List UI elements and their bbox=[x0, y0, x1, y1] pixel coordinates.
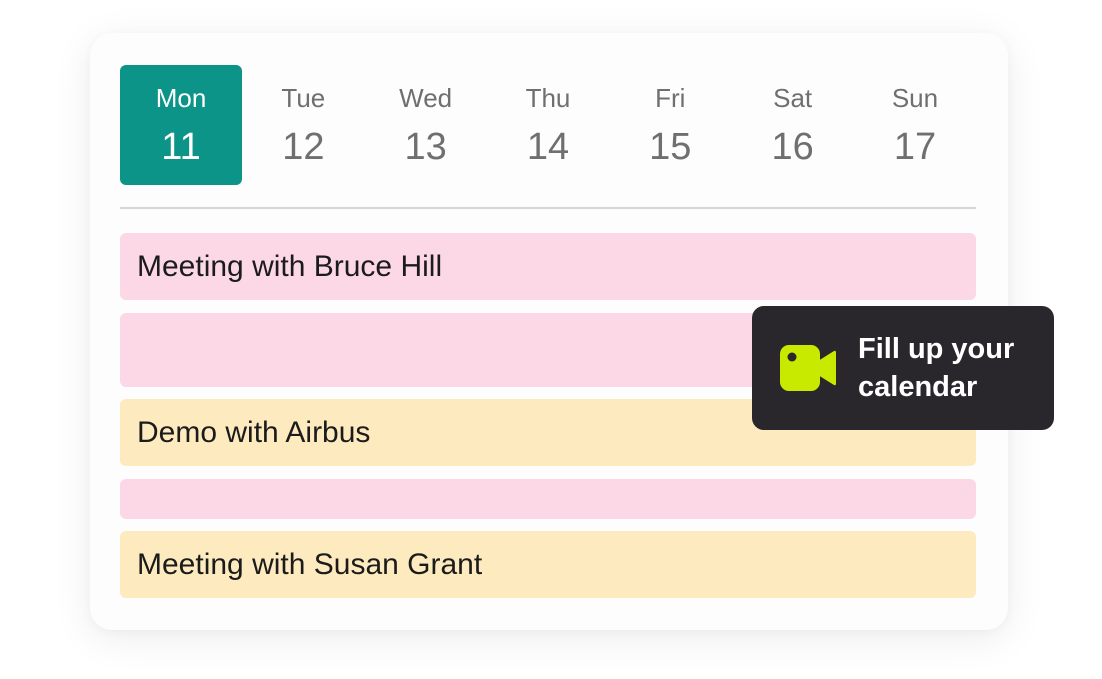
event-item[interactable]: Meeting with Susan Grant bbox=[120, 531, 976, 598]
video-camera-icon bbox=[780, 343, 836, 393]
promo-toast: Fill up your calendar bbox=[752, 306, 1054, 430]
day-number: 15 bbox=[649, 126, 692, 168]
day-number: 17 bbox=[893, 126, 937, 168]
day-number: 14 bbox=[526, 126, 570, 168]
divider bbox=[120, 207, 976, 209]
event-title: Meeting with Bruce Hill bbox=[137, 249, 443, 283]
day-name: Mon bbox=[155, 83, 207, 113]
day-name: Thu bbox=[525, 83, 571, 113]
day-sun[interactable]: Sun 17 bbox=[854, 65, 976, 185]
day-number: 11 bbox=[161, 126, 201, 168]
day-tue[interactable]: Tue 12 bbox=[242, 65, 364, 185]
day-thu[interactable]: Thu 14 bbox=[487, 65, 609, 185]
day-number: 13 bbox=[404, 126, 447, 168]
day-fri[interactable]: Fri 15 bbox=[609, 65, 731, 185]
event-title: Demo with Airbus bbox=[137, 415, 371, 449]
week-day-selector: Mon 11 Tue 12 Wed 13 Thu 14 Fri 15 Sat 1… bbox=[120, 65, 976, 185]
day-number: 16 bbox=[771, 126, 814, 168]
day-sat[interactable]: Sat 16 bbox=[732, 65, 854, 185]
toast-text: Fill up your calendar bbox=[858, 333, 1015, 403]
day-name: Wed bbox=[399, 83, 453, 113]
day-wed[interactable]: Wed 13 bbox=[365, 65, 487, 185]
day-number: 12 bbox=[282, 126, 325, 168]
event-title: Meeting with Susan Grant bbox=[137, 547, 483, 581]
day-mon[interactable]: Mon 11 bbox=[120, 65, 242, 185]
day-name: Fri bbox=[655, 83, 686, 113]
event-item[interactable]: Meeting with Bruce Hill bbox=[120, 233, 976, 300]
day-name: Tue bbox=[281, 83, 326, 113]
day-name: Sun bbox=[891, 83, 939, 113]
event-item[interactable] bbox=[120, 479, 976, 519]
day-name: Sat bbox=[773, 83, 813, 113]
